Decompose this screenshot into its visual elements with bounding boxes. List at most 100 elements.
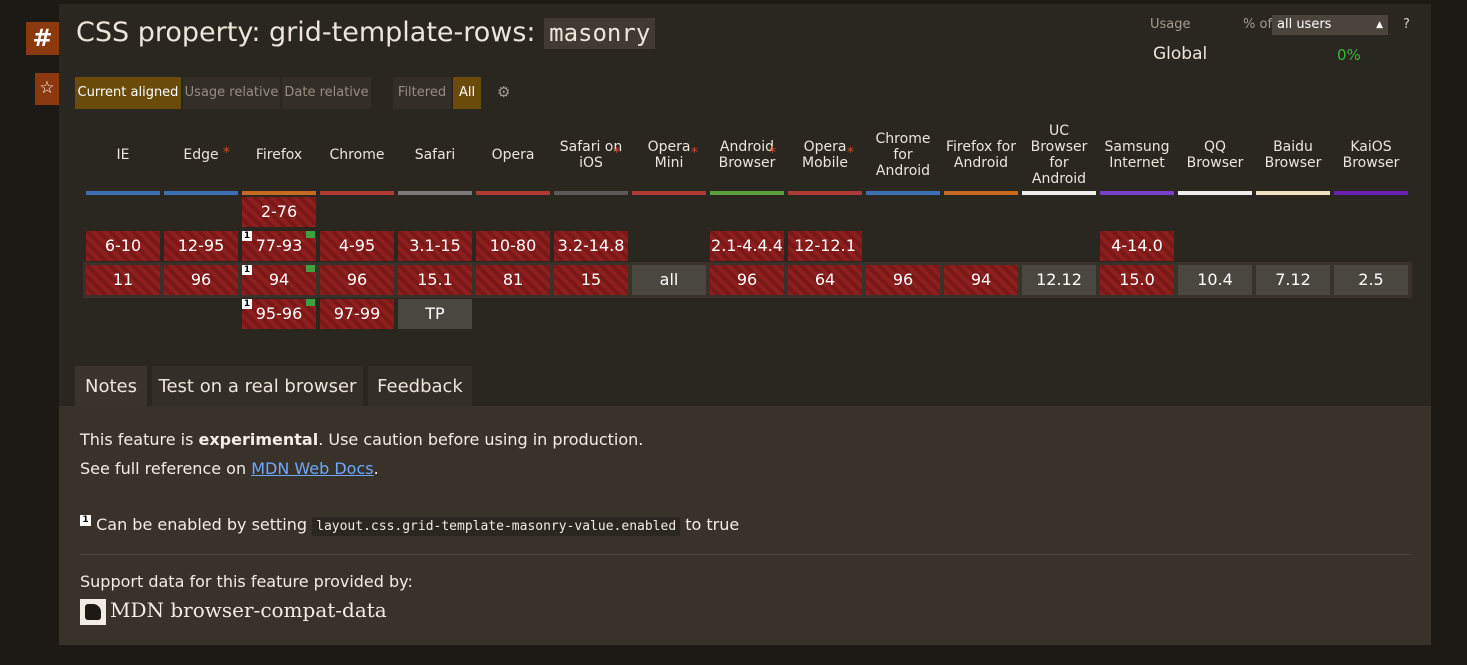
- browser-header: KaiOS Browser: [1342, 139, 1400, 171]
- asterisk-icon: *: [769, 145, 776, 161]
- version-cell-older[interactable]: 10-80: [476, 231, 550, 261]
- version-cell-current[interactable]: 64: [788, 265, 862, 295]
- version-cell-current[interactable]: 12.12: [1022, 265, 1096, 295]
- usage-region: Global: [1153, 44, 1208, 64]
- version-label: 4-14.0: [1111, 236, 1163, 255]
- browser-header: Firefox: [255, 147, 303, 163]
- browser-color-bar: [1178, 191, 1252, 195]
- browser-color-bar: [1256, 191, 1330, 195]
- version-label: 12.12: [1036, 270, 1082, 289]
- version-cell-current[interactable]: 15: [554, 265, 628, 295]
- browser-header: QQ Browser: [1186, 139, 1244, 171]
- asterisk-icon: *: [847, 145, 854, 161]
- notes-line-1-pre: This feature is: [80, 430, 199, 449]
- version-cell-older[interactable]: 6-10: [86, 231, 160, 261]
- version-cell-current[interactable]: 15.1: [398, 265, 472, 295]
- version-cell-future[interactable]: TP: [398, 299, 472, 329]
- help-link[interactable]: ?: [1403, 17, 1410, 32]
- browser-color-bar: [554, 191, 628, 195]
- tab-test[interactable]: Test on a real browser: [152, 366, 363, 406]
- support-label: Support data for this feature provided b…: [80, 572, 413, 591]
- version-label: 3.2-14.8: [557, 236, 625, 255]
- notes-line-1-post: . Use caution before using in production…: [318, 430, 644, 449]
- version-label: 94: [970, 270, 992, 289]
- browser-header: Firefox for Android: [945, 139, 1017, 171]
- version-label: 10.4: [1197, 270, 1233, 289]
- browser-header: Chrome: [329, 147, 385, 163]
- asterisk-icon: *: [223, 145, 230, 161]
- version-cell-current[interactable]: 10.4: [1178, 265, 1252, 295]
- version-label: 15.1: [417, 270, 453, 289]
- browser-color-bar: [944, 191, 1018, 195]
- flag-icon: [306, 265, 315, 272]
- version-cell-older[interactable]: 77-93 1: [242, 231, 316, 261]
- tab-notes[interactable]: Notes: [75, 366, 147, 406]
- select-arrows-icon: ▲: [1376, 20, 1383, 30]
- mdn-link[interactable]: MDN Web Docs: [251, 459, 373, 478]
- version-cell-current[interactable]: 96: [710, 265, 784, 295]
- version-label: 95-96: [255, 304, 303, 323]
- mdn-source-link[interactable]: MDN browser-compat-data: [110, 598, 387, 622]
- version-cell-current[interactable]: 96: [866, 265, 940, 295]
- version-cell-current[interactable]: 94 1: [242, 265, 316, 295]
- version-cell-current[interactable]: all: [632, 265, 706, 295]
- version-cell-older[interactable]: 4-14.0: [1100, 231, 1174, 261]
- version-cell-current[interactable]: 81: [476, 265, 550, 295]
- version-label: 96: [736, 270, 758, 289]
- users-select[interactable]: all users ▲: [1272, 15, 1388, 35]
- version-label: 12-12.1: [794, 236, 856, 255]
- tab-feedback[interactable]: Feedback: [368, 366, 472, 406]
- version-cell-earlier[interactable]: 2-76: [242, 197, 316, 227]
- version-cell-older[interactable]: 2.1-4.4.4: [710, 231, 784, 261]
- version-cell-current[interactable]: 11: [86, 265, 160, 295]
- browser-header: Baidu Browser: [1264, 139, 1322, 171]
- note-marker: 1: [242, 265, 252, 275]
- version-cell-current[interactable]: 96: [320, 265, 394, 295]
- title-code: masonry: [544, 18, 656, 49]
- version-cell-older[interactable]: 4-95: [320, 231, 394, 261]
- browser-color-bar: [866, 191, 940, 195]
- permalink-button[interactable]: #: [26, 22, 59, 55]
- browser-color-bar: [476, 191, 550, 195]
- version-cell-older[interactable]: 12-95: [164, 231, 238, 261]
- browser-color-bar: [164, 191, 238, 195]
- browser-color-bar: [710, 191, 784, 195]
- browser-header: Opera: [491, 147, 535, 163]
- version-cell-current[interactable]: 15.0: [1100, 265, 1174, 295]
- asterisk-icon: *: [691, 145, 698, 161]
- version-cell-older[interactable]: 3.2-14.8: [554, 231, 628, 261]
- version-label: 64: [814, 270, 836, 289]
- version-label: all: [659, 270, 679, 289]
- version-label: 96: [190, 270, 212, 289]
- mdn-logo-icon: [80, 599, 106, 625]
- notes-line-2-pre: See full reference on: [80, 459, 252, 478]
- usage-relative-button[interactable]: Usage relative: [183, 77, 280, 109]
- current-aligned-button[interactable]: Current aligned: [75, 77, 181, 109]
- notes-line-2: See full reference on MDN Web Docs.: [80, 459, 379, 478]
- date-relative-button[interactable]: Date relative: [282, 77, 371, 109]
- version-label: 77-93: [255, 236, 303, 255]
- filtered-button[interactable]: Filtered: [393, 77, 451, 109]
- version-label: 3.1-15: [409, 236, 461, 255]
- note-marker: 1: [242, 299, 252, 309]
- footnote-number: 1: [80, 515, 91, 526]
- footnote-1: 1 Can be enabled by setting layout.css.g…: [80, 515, 739, 536]
- browser-color-bar: [242, 191, 316, 195]
- star-button[interactable]: ☆: [35, 73, 59, 105]
- version-cell-older[interactable]: 12-12.1: [788, 231, 862, 261]
- version-cell-current[interactable]: 7.12: [1256, 265, 1330, 295]
- gear-icon[interactable]: ⚙: [497, 83, 510, 101]
- version-label: 96: [346, 270, 368, 289]
- browser-color-bar: [1022, 191, 1096, 195]
- version-cell-current[interactable]: 94: [944, 265, 1018, 295]
- version-cell-future[interactable]: 97-99: [320, 299, 394, 329]
- browser-header: Samsung Internet: [1104, 139, 1170, 171]
- version-cell-future[interactable]: 95-96 1: [242, 299, 316, 329]
- version-cell-current[interactable]: 2.5: [1334, 265, 1408, 295]
- notes-line-1: This feature is experimental. Use cautio…: [80, 430, 643, 449]
- browser-color-bar: [1334, 191, 1408, 195]
- all-button[interactable]: All: [453, 77, 481, 109]
- version-cell-older[interactable]: 3.1-15: [398, 231, 472, 261]
- version-cell-current[interactable]: 96: [164, 265, 238, 295]
- version-label: 15.0: [1119, 270, 1155, 289]
